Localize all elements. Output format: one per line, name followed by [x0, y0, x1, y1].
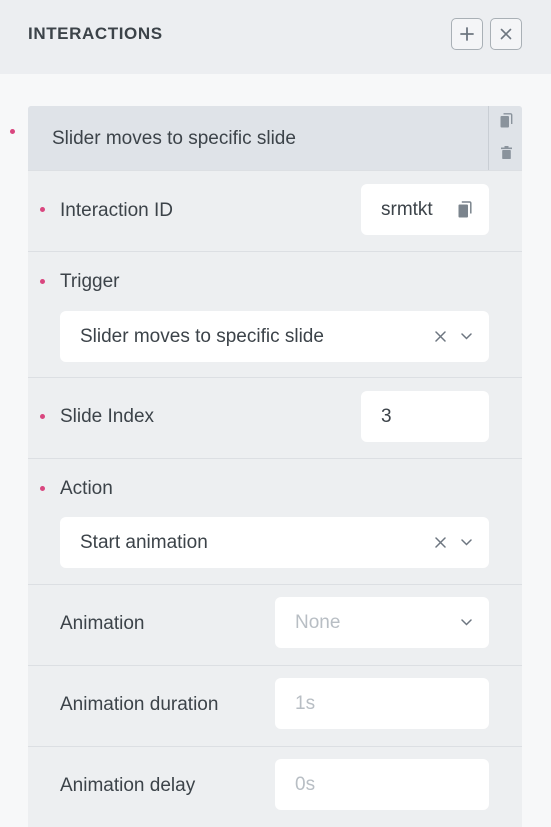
add-interaction-button[interactable] — [451, 18, 483, 50]
action-select[interactable]: Start animation — [60, 517, 489, 568]
required-dot — [40, 279, 45, 284]
trigger-row: Trigger Slider moves to specific slide — [28, 251, 522, 377]
trigger-label: Trigger — [60, 271, 120, 292]
card-actions — [488, 106, 522, 170]
interaction-id-field[interactable]: srmtkt — [361, 184, 489, 235]
trigger-select[interactable]: Slider moves to specific slide — [60, 311, 489, 362]
chevron-down-icon[interactable] — [458, 534, 474, 550]
animation-select[interactable]: None — [275, 597, 489, 648]
animation-placeholder: None — [295, 612, 341, 633]
copy-interaction-button[interactable] — [498, 112, 514, 128]
clear-icon[interactable] — [432, 534, 448, 550]
slide-index-value: 3 — [381, 406, 392, 427]
close-icon — [500, 28, 512, 40]
action-value: Start animation — [80, 532, 208, 553]
animation-duration-input[interactable]: 1s — [275, 678, 489, 729]
interaction-id-row: Interaction ID srmtkt — [28, 170, 522, 251]
animation-duration-placeholder: 1s — [295, 693, 316, 714]
animation-delay-label: Animation delay — [60, 775, 196, 796]
animation-delay-row: Animation delay 0s — [28, 746, 522, 827]
action-label: Action — [60, 478, 113, 499]
slide-index-input[interactable]: 3 — [361, 391, 489, 442]
copy-icon[interactable] — [458, 201, 472, 218]
required-dot — [40, 414, 45, 419]
action-row: Action Start animation — [28, 458, 522, 584]
chevron-down-icon[interactable] — [458, 328, 474, 344]
chevron-down-icon[interactable] — [458, 614, 474, 630]
interaction-id-value: srmtkt — [381, 199, 433, 220]
animation-row: Animation None — [28, 584, 522, 665]
close-panel-button[interactable] — [490, 18, 522, 50]
trash-icon — [500, 145, 512, 159]
interaction-card-header[interactable]: Slider moves to specific slide — [28, 106, 522, 170]
animation-duration-label: Animation duration — [60, 694, 219, 715]
plus-icon — [460, 27, 474, 41]
interaction-title: Slider moves to specific slide — [52, 128, 296, 149]
required-dot — [40, 207, 45, 212]
panel-header: INTERACTIONS — [0, 0, 551, 74]
panel-title: INTERACTIONS — [28, 24, 163, 43]
slide-index-row: Slide Index 3 — [28, 377, 522, 458]
interaction-id-label: Interaction ID — [60, 200, 173, 221]
animation-delay-input[interactable]: 0s — [275, 759, 489, 810]
clear-icon[interactable] — [432, 328, 448, 344]
animation-duration-row: Animation duration 1s — [28, 665, 522, 746]
required-dot — [40, 486, 45, 491]
delete-interaction-button[interactable] — [498, 144, 514, 160]
slide-index-label: Slide Index — [60, 406, 155, 427]
animation-label: Animation — [60, 613, 145, 634]
required-dot — [10, 129, 15, 134]
interaction-card: Slider moves to specific slide Interacti… — [28, 106, 522, 827]
copy-icon — [500, 112, 512, 127]
animation-delay-placeholder: 0s — [295, 774, 316, 795]
trigger-value: Slider moves to specific slide — [80, 326, 324, 347]
